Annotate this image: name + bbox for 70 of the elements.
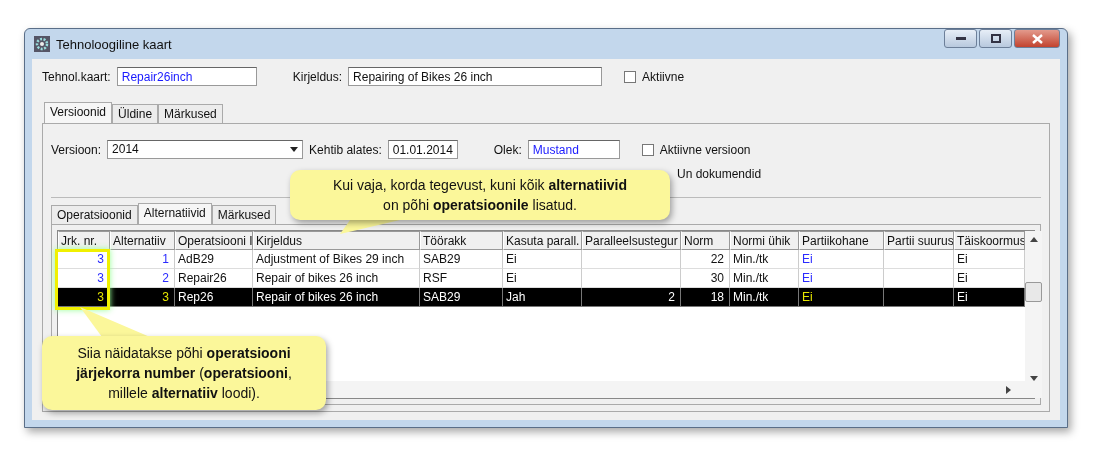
column-header[interactable]: Kirjeldus [253, 231, 420, 250]
field-label: Kehtib alates: [309, 142, 382, 157]
table-cell: Jah [503, 288, 582, 307]
table-cell: 3 [58, 288, 110, 307]
table-cell: Rep26 [175, 288, 253, 307]
table-cell: Ei [799, 288, 884, 307]
version-dropdown[interactable]: 2014 [107, 140, 304, 159]
table-cell: 1 [110, 250, 175, 269]
tab[interactable]: Versioonid [44, 102, 113, 123]
table-cell: Repair of bikes 26 inch [253, 288, 420, 307]
tab[interactable]: Üldine [112, 104, 159, 123]
table-cell: SAB29 [420, 288, 503, 307]
column-header[interactable]: Kasuta parall. [503, 231, 582, 250]
table-cell: 2 [582, 288, 681, 307]
column-header[interactable]: Operatsiooni I [175, 231, 253, 250]
column-header[interactable]: Norm [681, 231, 730, 250]
table-cell: 18 [681, 288, 730, 307]
table-cell: Adjustment of Bikes 29 inch [253, 250, 420, 269]
minimize-button[interactable] [944, 29, 977, 48]
table-cell [884, 250, 954, 269]
table-cell [884, 288, 954, 307]
right-arrow-icon [1006, 385, 1011, 394]
checkbox[interactable] [641, 143, 654, 156]
tab[interactable]: Operatsioonid [51, 205, 138, 224]
table-cell: 3 [58, 250, 110, 269]
table-cell: 3 [110, 288, 175, 307]
card-field[interactable]: Repair26inch [116, 67, 257, 86]
column-header[interactable]: Normi ühik [730, 231, 799, 250]
column-header[interactable]: Partiikohane [799, 231, 884, 250]
table-cell: AdB29 [175, 250, 253, 269]
tab[interactable]: Alternatiivid [137, 203, 212, 224]
table-row[interactable]: 3 3 Rep26 Repair of bikes 26 inch SAB29 Jah 2 18 Min./tk Ei Ei [58, 288, 1025, 307]
caret-icon [290, 147, 299, 152]
maximize-button[interactable] [979, 29, 1012, 48]
field-label: Kirjeldus: [292, 69, 343, 84]
column-header[interactable]: Töörakk [420, 231, 503, 250]
table-cell: Ei [799, 250, 884, 269]
table-cell: 22 [681, 250, 730, 269]
field-label: Olek: [493, 142, 522, 157]
checkbox-label: Un dokumendid [677, 167, 762, 181]
vertical-scrollbar[interactable] [1025, 231, 1042, 398]
up-arrow-icon [1029, 237, 1038, 242]
field-label: Versioon: [51, 142, 102, 157]
field-label: Tehnol.kaart: [42, 69, 111, 84]
column-header[interactable]: Partii suurus [884, 231, 954, 250]
close-button[interactable] [1014, 29, 1060, 48]
callout-pointer [340, 220, 400, 234]
tab[interactable]: Märkused [158, 104, 223, 123]
close-icon [1031, 33, 1043, 44]
minimize-icon [955, 36, 966, 41]
description-field[interactable]: Repairing of Bikes 26 inch [348, 67, 603, 86]
gear-icon [34, 36, 50, 52]
scrollbar-thumb[interactable] [1025, 282, 1042, 302]
table-cell: Ei [503, 250, 582, 269]
window-title: Tehnoloogiline kaart [56, 36, 173, 52]
highlight-frame [55, 249, 110, 310]
maximize-icon [990, 34, 1001, 43]
table-cell: Min./tk [730, 250, 799, 269]
table-row[interactable]: 3 1 AdB29 Adjustment of Bikes 29 inch SAB29 Ei 22 Min./tk Ei Ei [58, 250, 1025, 269]
table-cell: Min./tk [730, 288, 799, 307]
date-field[interactable]: 01.01.2014 [387, 140, 458, 159]
tab[interactable]: Märkused [211, 205, 277, 224]
column-header[interactable]: Alternatiiv [110, 231, 175, 250]
table-cell: SAB29 [420, 250, 503, 269]
checkbox[interactable] [624, 70, 637, 83]
down-arrow-icon [1029, 376, 1038, 381]
checkbox-label: Aktiivne versioon [659, 142, 751, 157]
column-header[interactable]: Paralleelsustegur [582, 231, 681, 250]
status-field[interactable]: Mustand [527, 140, 620, 159]
checkbox-label: Aktiivne [642, 69, 685, 84]
